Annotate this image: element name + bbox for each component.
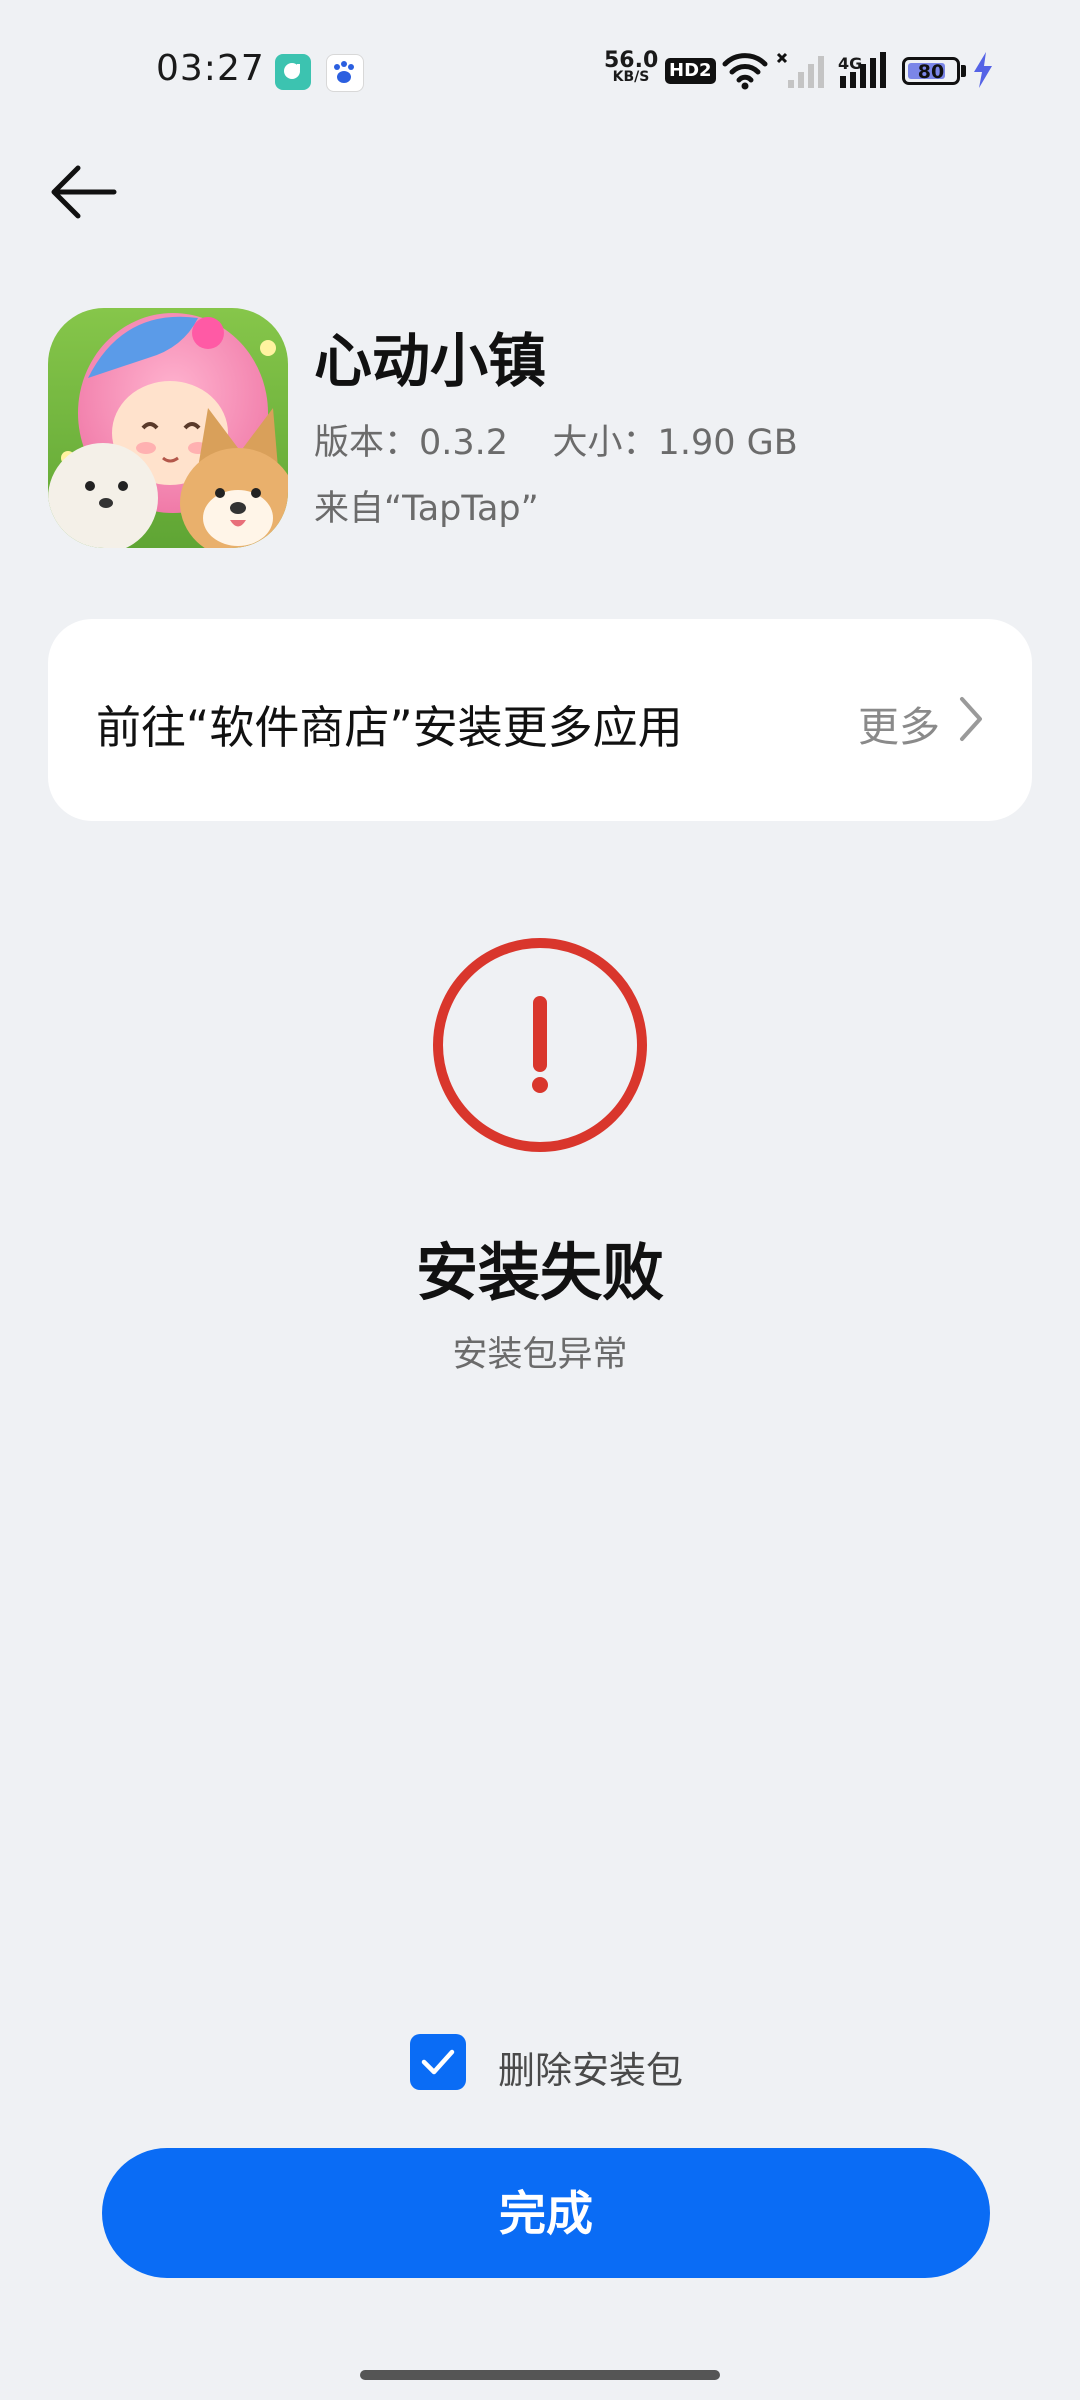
store-card-text: 前往“软件商店”安装更多应用 xyxy=(96,701,683,754)
error-exclamation-icon xyxy=(433,938,647,1152)
delete-package-checkbox[interactable] xyxy=(410,2034,466,2090)
battery-cap xyxy=(961,65,966,77)
checkmark-icon xyxy=(421,2049,455,2075)
baidu-app-icon xyxy=(326,54,364,92)
back-button[interactable] xyxy=(44,160,128,232)
wifi-icon xyxy=(722,53,768,90)
battery-level: 80 xyxy=(917,61,945,83)
chevron-right-icon xyxy=(960,697,982,741)
app-store-card[interactable]: 前往“软件商店”安装更多应用 更多 xyxy=(48,619,1032,821)
charging-bolt-icon xyxy=(974,52,992,88)
chat-app-icon xyxy=(275,54,311,90)
home-indicator[interactable] xyxy=(360,2370,720,2380)
status-bar: 03:27 56.0 KB/S HD2 4G 80 xyxy=(0,0,1080,140)
app-version-size: 版本：0.3.2 大小：1.90 GB xyxy=(314,423,798,463)
no-signal-sim1-icon xyxy=(776,52,824,88)
done-button[interactable]: 完成 xyxy=(102,2148,990,2278)
result-title: 安装失败 xyxy=(415,1236,664,1309)
network-speed: 56.0 KB/S xyxy=(604,48,659,86)
result-description: 安装包异常 xyxy=(452,1335,628,1375)
status-time: 03:27 xyxy=(156,48,265,89)
back-arrow-icon xyxy=(51,165,117,219)
signal-sim2-icon xyxy=(840,52,886,88)
app-name: 心动小镇 xyxy=(314,327,547,395)
app-source: 来自“TapTap” xyxy=(314,489,539,529)
app-icon xyxy=(48,308,288,548)
battery-icon: 80 xyxy=(902,57,960,85)
hd-badge: HD2 xyxy=(665,58,716,84)
more-link[interactable]: 更多 xyxy=(858,693,940,753)
network-speed-value: 56.0 xyxy=(604,48,659,73)
delete-package-label: 删除安装包 xyxy=(498,2049,683,2092)
